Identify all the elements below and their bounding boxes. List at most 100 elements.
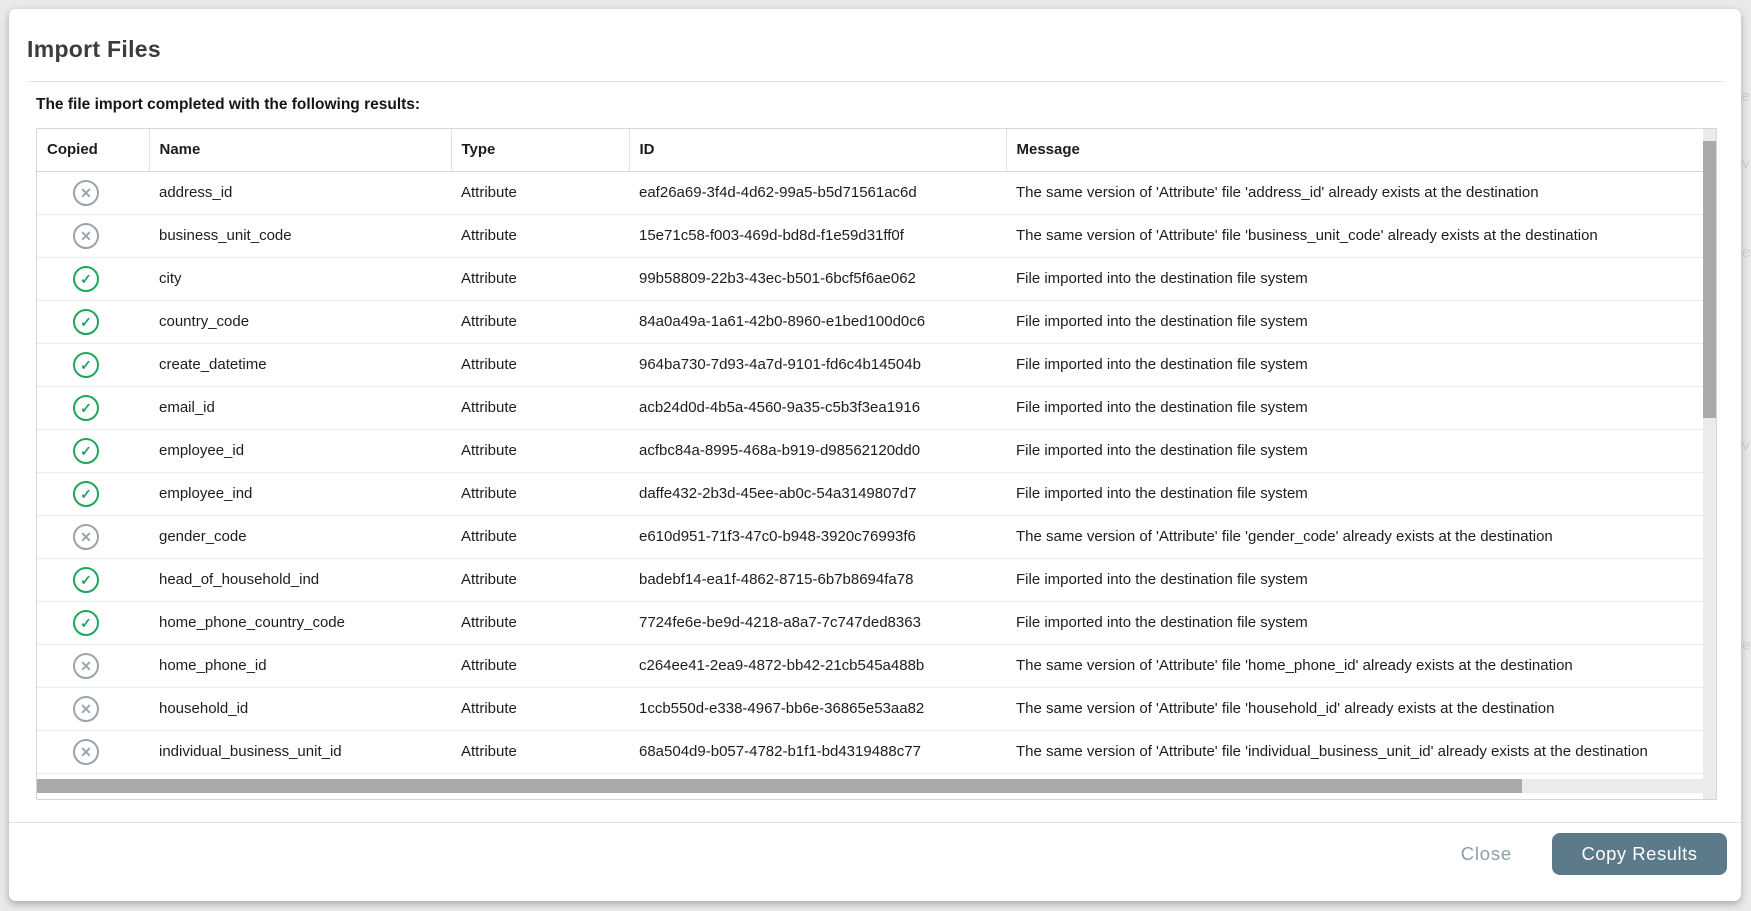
file-name-cell: city: [149, 257, 451, 300]
results-table-body: ✕ address_id Attribute eaf26a69-3f4d-4d6…: [37, 171, 1705, 773]
table-row: ✕ household_id Attribute 1ccb550d-e338-4…: [37, 687, 1705, 730]
x-circle-icon: ✕: [73, 653, 99, 679]
x-circle-icon: ✕: [73, 524, 99, 550]
check-circle-icon: ✓: [73, 395, 99, 421]
file-message-cell: File imported into the destination file …: [1006, 472, 1705, 515]
file-name-cell: create_datetime: [149, 343, 451, 386]
file-message-cell: File imported into the destination file …: [1006, 601, 1705, 644]
file-message-cell: The same version of 'Attribute' file 'in…: [1006, 730, 1705, 773]
file-message-cell: File imported into the destination file …: [1006, 386, 1705, 429]
file-name-cell: head_of_household_ind: [149, 558, 451, 601]
check-circle-icon: ✓: [73, 567, 99, 593]
column-header-message: Message: [1006, 129, 1705, 171]
check-circle-icon: ✓: [73, 481, 99, 507]
file-name-cell: address_id: [149, 171, 451, 214]
header-divider: [27, 81, 1725, 82]
file-message-cell: File imported into the destination file …: [1006, 300, 1705, 343]
table-row: ✕ gender_code Attribute e610d951-71f3-47…: [37, 515, 1705, 558]
file-name-cell: gender_code: [149, 515, 451, 558]
file-name-cell: home_phone_id: [149, 644, 451, 687]
column-header-name: Name: [149, 129, 451, 171]
file-message-cell: The same version of 'Attribute' file 'ad…: [1006, 171, 1705, 214]
vertical-scrollbar-thumb[interactable]: [1703, 141, 1716, 418]
file-id-cell: e610d951-71f3-47c0-b948-3920c76993f6: [629, 515, 1006, 558]
x-circle-icon: ✕: [73, 180, 99, 206]
file-message-cell: The same version of 'Attribute' file 'ge…: [1006, 515, 1705, 558]
file-type-cell: Attribute: [451, 601, 629, 644]
table-row: ✓ email_id Attribute acb24d0d-4b5a-4560-…: [37, 386, 1705, 429]
file-message-cell: The same version of 'Attribute' file 'bu…: [1006, 214, 1705, 257]
file-id-cell: 964ba730-7d93-4a7d-9101-fd6c4b14504b: [629, 343, 1006, 386]
file-type-cell: Attribute: [451, 214, 629, 257]
table-row: ✕ business_unit_code Attribute 15e71c58-…: [37, 214, 1705, 257]
file-message-cell: File imported into the destination file …: [1006, 558, 1705, 601]
file-type-cell: Attribute: [451, 644, 629, 687]
dialog-footer: Close Copy Results: [1461, 833, 1727, 875]
file-id-cell: 15e71c58-f003-469d-bd8d-f1e59d31ff0f: [629, 214, 1006, 257]
file-message-cell: The same version of 'Attribute' file 'ho…: [1006, 687, 1705, 730]
table-row: ✓ city Attribute 99b58809-22b3-43ec-b501…: [37, 257, 1705, 300]
check-circle-icon: ✓: [73, 309, 99, 335]
file-id-cell: acfbc84a-8995-468a-b919-d98562120dd0: [629, 429, 1006, 472]
file-type-cell: Attribute: [451, 558, 629, 601]
column-header-copied: Copied: [37, 129, 149, 171]
file-message-cell: The same version of 'Attribute' file 'ho…: [1006, 644, 1705, 687]
table-row: ✓ employee_ind Attribute daffe432-2b3d-4…: [37, 472, 1705, 515]
table-row: ✓ country_code Attribute 84a0a49a-1a61-4…: [37, 300, 1705, 343]
file-id-cell: 84a0a49a-1a61-42b0-8960-e1bed100d0c6: [629, 300, 1006, 343]
file-id-cell: 99b58809-22b3-43ec-b501-6bcf5f6ae062: [629, 257, 1006, 300]
close-button[interactable]: Close: [1461, 843, 1512, 865]
file-name-cell: home_phone_country_code: [149, 601, 451, 644]
footer-divider: [9, 822, 1741, 823]
file-type-cell: Attribute: [451, 687, 629, 730]
backdrop-text-fragment: e: [1742, 244, 1750, 261]
check-circle-icon: ✓: [73, 266, 99, 292]
table-row: ✓ create_datetime Attribute 964ba730-7d9…: [37, 343, 1705, 386]
file-name-cell: household_id: [149, 687, 451, 730]
file-id-cell: 7724fe6e-be9d-4218-a8a7-7c747ded8363: [629, 601, 1006, 644]
dialog-title: Import Files: [27, 36, 161, 63]
horizontal-scrollbar-thumb[interactable]: [37, 779, 1522, 793]
backdrop-text-fragment: v: [1742, 155, 1750, 172]
column-header-type: Type: [451, 129, 629, 171]
file-message-cell: File imported into the destination file …: [1006, 429, 1705, 472]
file-type-cell: Attribute: [451, 257, 629, 300]
copy-results-button[interactable]: Copy Results: [1552, 833, 1727, 875]
x-circle-icon: ✕: [73, 223, 99, 249]
backdrop-text-fragment: v: [1742, 437, 1750, 454]
results-intro-text: The file import completed with the follo…: [36, 96, 420, 114]
file-message-cell: File imported into the destination file …: [1006, 343, 1705, 386]
backdrop-text-fragment: e: [1742, 637, 1750, 654]
file-id-cell: 68a504d9-b057-4782-b1f1-bd4319488c77: [629, 730, 1006, 773]
x-circle-icon: ✕: [73, 739, 99, 765]
file-name-cell: email_id: [149, 386, 451, 429]
table-row: ✕ address_id Attribute eaf26a69-3f4d-4d6…: [37, 171, 1705, 214]
file-id-cell: 1ccb550d-e338-4967-bb6e-36865e53aa82: [629, 687, 1006, 730]
vertical-scrollbar[interactable]: [1703, 129, 1716, 799]
file-type-cell: Attribute: [451, 171, 629, 214]
file-id-cell: acb24d0d-4b5a-4560-9a35-c5b3f3ea1916: [629, 386, 1006, 429]
import-files-dialog: Import Files The file import completed w…: [9, 9, 1741, 901]
file-name-cell: employee_id: [149, 429, 451, 472]
file-id-cell: badebf14-ea1f-4862-8715-6b7b8694fa78: [629, 558, 1006, 601]
page-background: e v e v e Import Files The file import c…: [0, 0, 1751, 911]
table-row: ✕ home_phone_id Attribute c264ee41-2ea9-…: [37, 644, 1705, 687]
table-row: ✓ head_of_household_ind Attribute badebf…: [37, 558, 1705, 601]
file-type-cell: Attribute: [451, 429, 629, 472]
horizontal-scrollbar[interactable]: [37, 779, 1705, 793]
file-type-cell: Attribute: [451, 300, 629, 343]
file-message-cell: File imported into the destination file …: [1006, 257, 1705, 300]
file-type-cell: Attribute: [451, 515, 629, 558]
x-circle-icon: ✕: [73, 696, 99, 722]
column-header-id: ID: [629, 129, 1006, 171]
file-name-cell: country_code: [149, 300, 451, 343]
table-row: ✓ home_phone_country_code Attribute 7724…: [37, 601, 1705, 644]
file-type-cell: Attribute: [451, 386, 629, 429]
check-circle-icon: ✓: [73, 352, 99, 378]
backdrop-text-fragment: e: [1742, 88, 1750, 105]
file-type-cell: Attribute: [451, 730, 629, 773]
file-id-cell: c264ee41-2ea9-4872-bb42-21cb545a488b: [629, 644, 1006, 687]
table-row: ✕ individual_business_unit_id Attribute …: [37, 730, 1705, 773]
file-type-cell: Attribute: [451, 343, 629, 386]
file-name-cell: business_unit_code: [149, 214, 451, 257]
